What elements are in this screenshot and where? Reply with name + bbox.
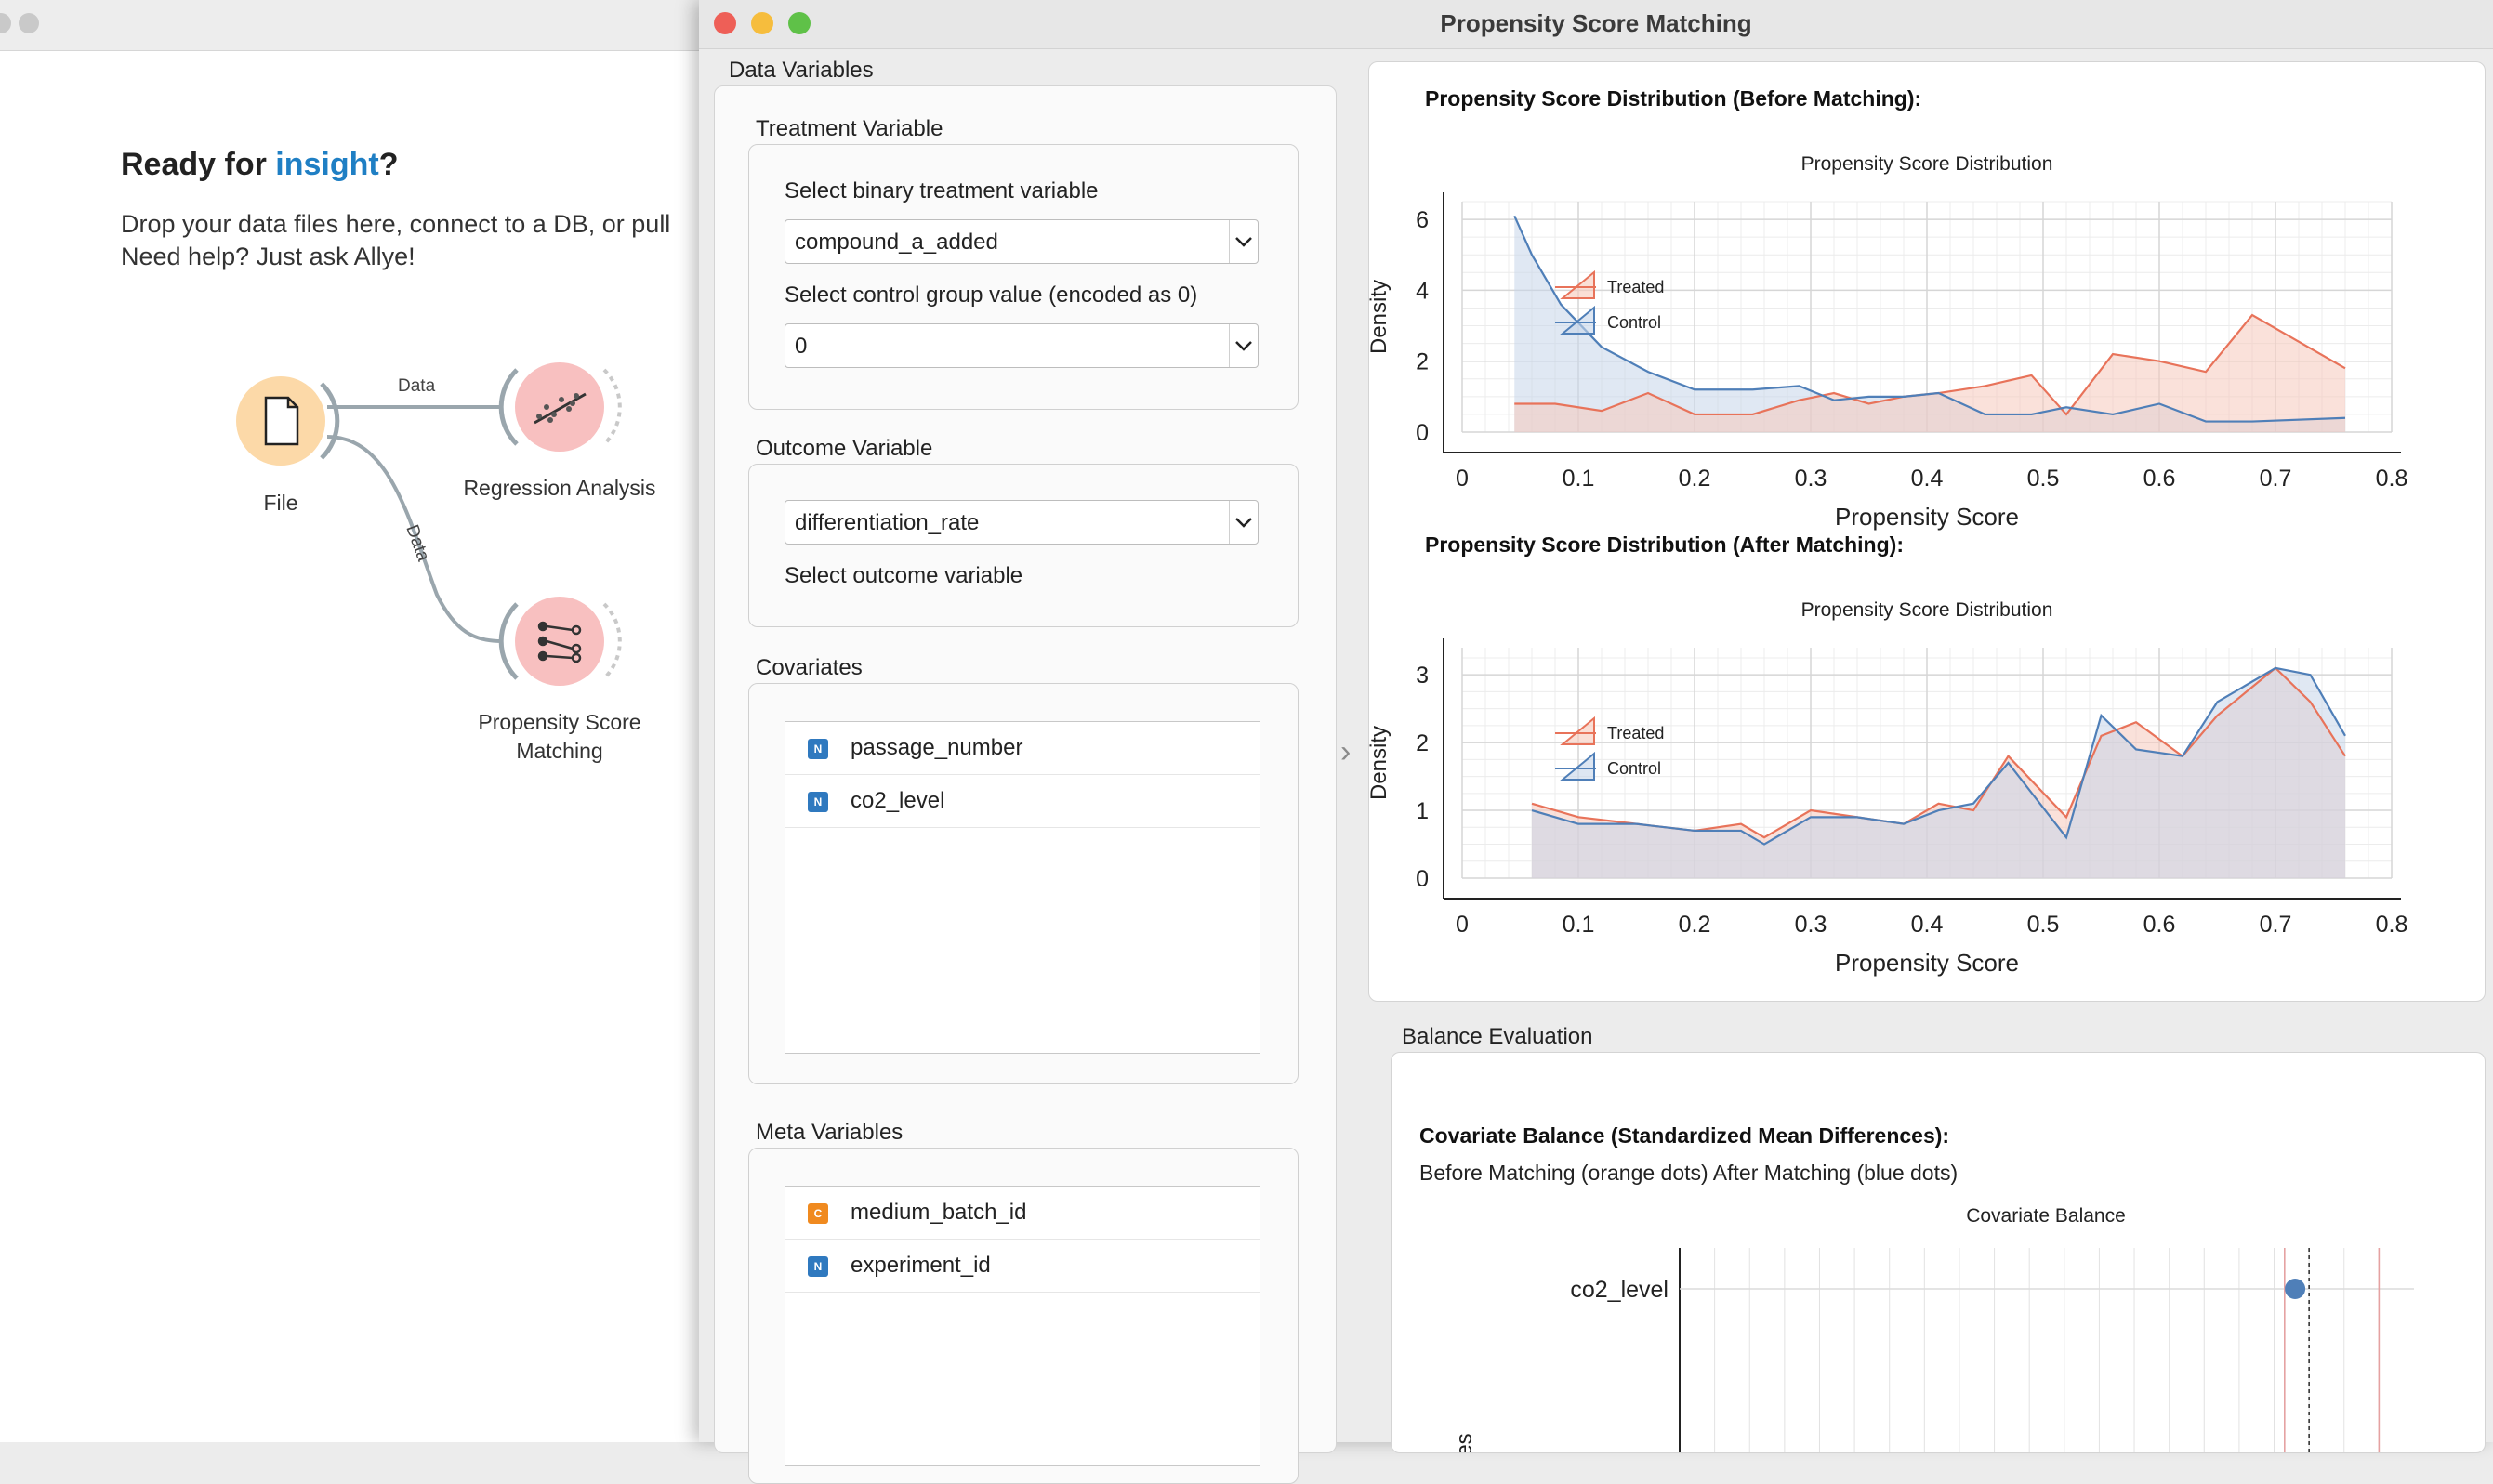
balance-heading: Covariate Balance (Standardized Mean Dif… xyxy=(1419,1123,1950,1148)
x-tick-label: 0.6 xyxy=(2143,912,2176,938)
numeric-var-icon: N xyxy=(808,739,828,759)
covariates-group: N passage_number N co2_level xyxy=(748,683,1299,1084)
treatment-select-label: Select binary treatment variable xyxy=(785,178,1099,204)
x-tick-label: 0.2 xyxy=(1679,466,1711,492)
list-item[interactable]: N co2_level xyxy=(785,775,1260,828)
x-tick-label: 0.6 xyxy=(2143,466,2176,492)
x-tick-label: 0.3 xyxy=(1795,466,1827,492)
y-axis-label: Density xyxy=(1369,280,1392,354)
x-tick-label: 0 xyxy=(1456,466,1469,492)
y-axis-label: Density xyxy=(1369,726,1392,800)
treatment-group-title: Treatment Variable xyxy=(756,116,943,141)
chart-title: Propensity Score Distribution xyxy=(1801,599,2053,621)
chevron-down-icon xyxy=(1229,501,1258,544)
control-value-label: Select control group value (encoded as 0… xyxy=(785,282,1198,308)
numeric-var-icon: N xyxy=(808,792,828,812)
before-chart-heading: Propensity Score Distribution (Before Ma… xyxy=(1425,86,1922,111)
list-item[interactable]: N experiment_id xyxy=(785,1240,1260,1293)
chevron-down-icon xyxy=(1229,324,1258,367)
dialog-title: Propensity Score Matching xyxy=(1440,9,1752,37)
dialog-titlebar: Propensity Score Matching xyxy=(699,0,2493,49)
meta-group: C medium_batch_id N experiment_id xyxy=(748,1148,1299,1484)
x-tick-label: 0.4 xyxy=(1911,912,1944,938)
before-matching-chart: Propensity Score Distribution 0 0.1 0.2 0.3 0… xyxy=(1369,153,2408,531)
covariates-list[interactable]: N passage_number N co2_level xyxy=(785,721,1260,1054)
x-tick-label: 0.1 xyxy=(1563,466,1595,492)
numeric-var-icon: N xyxy=(808,1256,828,1277)
x-tick-label: 0.8 xyxy=(2376,466,2408,492)
covariate-balance-chart: Covariate Balance co2_leveles xyxy=(1452,1205,2414,1452)
outcome-hint: Select outcome variable xyxy=(785,563,1023,588)
balance-panel: Covariate Balance (Standardized Mean Dif… xyxy=(1391,1052,2486,1453)
regression-widget-label: Regression Analysis xyxy=(463,476,656,500)
x-tick-label: 0.5 xyxy=(2027,466,2060,492)
link-label-top: Data xyxy=(398,376,436,396)
y-tick-label: 2 xyxy=(1416,730,1429,756)
regression-widget[interactable] xyxy=(498,362,622,452)
legend-label: Treated xyxy=(1607,724,1664,742)
x-tick-label: 0.2 xyxy=(1679,912,1711,938)
x-tick-label: 0.4 xyxy=(1911,466,1944,492)
legend-label: Control xyxy=(1607,313,1661,332)
data-variables-title: Data Variables xyxy=(729,58,874,83)
meta-group-title: Meta Variables xyxy=(756,1120,904,1145)
category-label: co2_level xyxy=(1570,1277,1669,1303)
y-tick-label: 2 xyxy=(1416,349,1429,375)
x-axis-label: Propensity Score xyxy=(1835,949,2019,977)
canvas-window: Ready for insight? Drop your data files … xyxy=(0,0,706,1442)
psm-dialog: Propensity Score Matching Data Variables… xyxy=(699,0,2493,1484)
treatment-combo[interactable]: compound_a_added xyxy=(785,219,1259,264)
outcome-group-title: Outcome Variable xyxy=(756,436,933,461)
file-widget[interactable] xyxy=(236,376,340,466)
x-tick-label: 0 xyxy=(1456,912,1469,938)
file-widget-label: File xyxy=(263,491,298,515)
balance-point xyxy=(2285,1279,2306,1299)
x-tick-label: 0.3 xyxy=(1795,912,1827,938)
meta-list[interactable]: C medium_batch_id N experiment_id xyxy=(785,1186,1260,1466)
x-tick-label: 0.1 xyxy=(1563,912,1595,938)
balance-subtitle: Before Matching (orange dots) After Matc… xyxy=(1419,1161,1959,1185)
chart-title: Covariate Balance xyxy=(1966,1205,2126,1227)
x-tick-label: 0.8 xyxy=(2376,912,2408,938)
covariates-group-title: Covariates xyxy=(756,655,863,680)
x-tick-label: 0.7 xyxy=(2260,912,2292,938)
legend-label: Control xyxy=(1607,759,1661,778)
treatment-group: Select binary treatment variable compoun… xyxy=(748,144,1299,410)
y-axis-label: es xyxy=(1452,1433,1477,1452)
y-tick-label: 0 xyxy=(1416,420,1429,446)
categorical-var-icon: C xyxy=(808,1203,828,1224)
x-tick-label: 0.7 xyxy=(2260,466,2292,492)
outcome-combo[interactable]: differentiation_rate xyxy=(785,500,1259,545)
list-item[interactable]: N passage_number xyxy=(785,722,1260,775)
after-matching-chart: Propensity Score Distribution 0 0.1 0.2 0.3 0… xyxy=(1369,599,2408,977)
x-tick-label: 0.5 xyxy=(2027,912,2060,938)
y-tick-label: 1 xyxy=(1416,798,1429,824)
balance-evaluation-title: Balance Evaluation xyxy=(1402,1024,1593,1049)
y-tick-label: 3 xyxy=(1416,663,1429,689)
y-tick-label: 6 xyxy=(1416,207,1429,233)
chevron-right-icon[interactable]: › xyxy=(1340,734,1351,770)
chart-title: Propensity Score Distribution xyxy=(1801,153,2053,175)
psm-widget[interactable] xyxy=(498,597,622,686)
distribution-panel: Propensity Score Distribution (Before Ma… xyxy=(1368,61,2486,1002)
legend-item-control: Control xyxy=(1555,751,1661,781)
data-variables-panel: Treatment Variable Select binary treatme… xyxy=(714,85,1337,1484)
list-item[interactable]: C medium_batch_id xyxy=(785,1187,1260,1240)
chevron-down-icon xyxy=(1229,220,1258,263)
psm-widget-label: Propensity Score Matching xyxy=(478,710,641,763)
after-chart-heading: Propensity Score Distribution (After Mat… xyxy=(1425,532,1904,557)
x-axis-label: Propensity Score xyxy=(1835,503,2019,531)
y-tick-label: 0 xyxy=(1416,866,1429,892)
outcome-group: differentiation_rate Select outcome vari… xyxy=(748,464,1299,627)
control-value-combo[interactable]: 0 xyxy=(785,323,1259,368)
legend-label: Treated xyxy=(1607,278,1664,296)
y-tick-label: 4 xyxy=(1416,278,1429,304)
